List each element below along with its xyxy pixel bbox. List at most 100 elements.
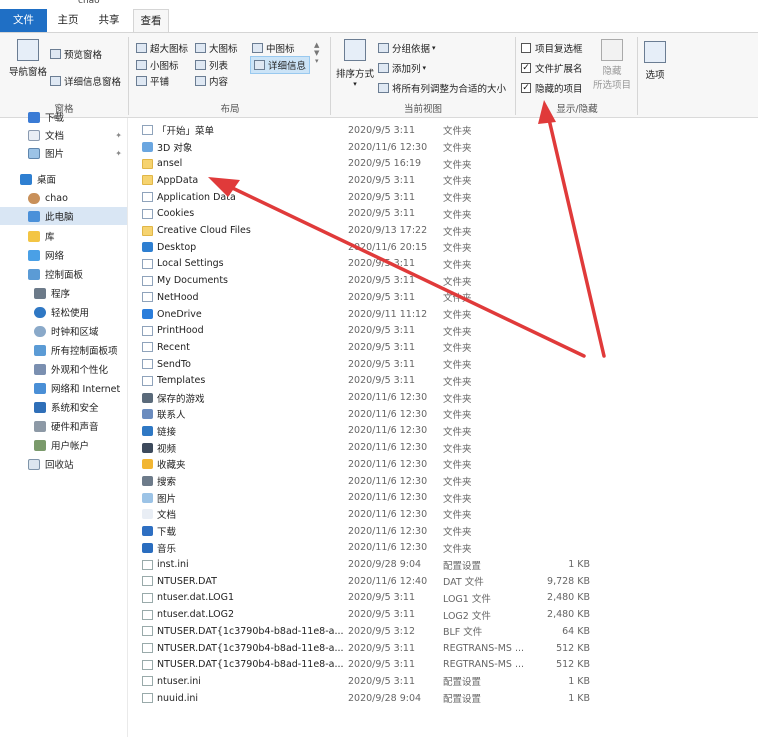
sort-by-label: 排序方式	[335, 69, 374, 80]
sidebar-item-pictures[interactable]: 图片 ✦	[28, 144, 128, 162]
hidden-items-toggle[interactable]: ✓ 隐藏的项目	[521, 81, 583, 95]
tiles-option[interactable]: 平铺	[136, 74, 169, 88]
content-option[interactable]: 内容	[195, 74, 228, 88]
file-name: ansel	[157, 158, 183, 170]
list-option[interactable]: 列表	[195, 58, 228, 72]
tab-file[interactable]: 文件	[0, 9, 47, 32]
file-row[interactable]: ntuser.dat.LOG2 2020/9/5 3:11 LOG2 文件 2,480…	[142, 606, 612, 623]
file-row[interactable]: 音乐 2020/11/6 12:30 文件夹	[142, 540, 612, 557]
file-row[interactable]: 3D 对象 2020/11/6 12:30 文件夹	[142, 139, 612, 156]
file-row[interactable]: ansel 2020/9/5 16:19 文件夹	[142, 155, 612, 172]
layout-group-label: 布局	[220, 104, 240, 115]
file-row[interactable]: NTUSER.DAT{1c3790b4-b8ad-11e8-a... 2020/9…	[142, 640, 612, 657]
sidebar-item-desktop[interactable]: 桌面	[20, 170, 56, 188]
file-row[interactable]: inst.ini 2020/9/28 9:04 配置设置 1 KB	[142, 556, 612, 573]
file-name: Recent	[157, 341, 190, 353]
file-type: 文件夹	[443, 360, 472, 372]
navigation-pane-button[interactable]: 导航窗格	[6, 39, 50, 78]
file-row[interactable]: NetHood 2020/9/5 3:11 文件夹	[142, 289, 612, 306]
file-row[interactable]: AppData 2020/9/5 3:11 文件夹	[142, 172, 612, 189]
file-row[interactable]: nuuid.ini 2020/9/28 9:04 配置设置 1 KB	[142, 690, 612, 707]
sidebar-item-ease-of-access[interactable]: 轻松使用	[34, 303, 89, 321]
divider	[330, 37, 331, 115]
file-row[interactable]: ntuser.dat.LOG1 2020/9/5 3:11 LOG1 文件 2,480…	[142, 590, 612, 607]
layout-scroll[interactable]: ▲ ▼ ▾	[314, 41, 319, 65]
tab-home[interactable]: 主页	[48, 9, 88, 32]
sidebar-item-user-accounts[interactable]: 用户帐户	[34, 436, 89, 454]
sidebar-item-network[interactable]: 网络	[28, 246, 64, 264]
file-row[interactable]: ntuser.ini 2020/9/5 3:11 配置设置 1 KB	[142, 673, 612, 690]
sidebar-item-documents[interactable]: 文档 ✦	[28, 126, 128, 144]
file-row[interactable]: 保存的游戏 2020/11/6 12:30 文件夹	[142, 389, 612, 406]
tiles-label: 平铺	[150, 77, 170, 88]
sidebar-item-libraries[interactable]: 库	[28, 227, 55, 245]
file-row[interactable]: 下载 2020/11/6 12:30 文件夹	[142, 523, 612, 540]
sort-by-button[interactable]: 排序方式 ▾	[334, 39, 376, 88]
preview-pane-button[interactable]: 预览窗格	[50, 47, 102, 61]
file-row[interactable]: 图片 2020/11/6 12:30 文件夹	[142, 489, 612, 506]
size-all-columns-button[interactable]: 将所有列调整为合适的大小	[378, 81, 506, 95]
file-row[interactable]: My Documents 2020/9/5 3:11 文件夹	[142, 272, 612, 289]
sidebar-item-control-panel[interactable]: 控制面板	[28, 265, 83, 283]
item-checkboxes-checkbox[interactable]	[521, 43, 531, 53]
picture-icon	[28, 147, 40, 159]
file-row[interactable]: Application Data 2020/9/5 3:11 文件夹	[142, 189, 612, 206]
tab-share[interactable]: 共享	[88, 9, 130, 32]
sidebar-item-all-control-panel[interactable]: 所有控制面板项	[34, 341, 118, 359]
file-name: 保存的游戏	[157, 393, 205, 405]
file-row[interactable]: NTUSER.DAT{1c3790b4-b8ad-11e8-a... 2020/9…	[142, 656, 612, 673]
group-by-button[interactable]: 分组依据 ▾	[378, 41, 436, 55]
file-extensions-toggle[interactable]: ✓ 文件扩展名	[521, 61, 583, 75]
file-row[interactable]: Templates 2020/9/5 3:11 文件夹	[142, 373, 612, 390]
file-row[interactable]: NTUSER.DAT{1c3790b4-b8ad-11e8-a... 2020/9…	[142, 623, 612, 640]
file-date: 2020/9/5 3:12	[348, 625, 416, 637]
file-row[interactable]: Local Settings 2020/9/5 3:11 文件夹	[142, 256, 612, 273]
hidden-items-checkbox[interactable]: ✓	[521, 83, 531, 93]
file-row[interactable]: 文档 2020/11/6 12:30 文件夹	[142, 506, 612, 523]
options-button[interactable]: 选项	[642, 41, 668, 81]
file-row[interactable]: SendTo 2020/9/5 3:11 文件夹	[142, 356, 612, 373]
sidebar-item-label: 回收站	[45, 460, 74, 471]
sidebar-item-clock-region[interactable]: 时钟和区域	[34, 322, 99, 340]
file-row[interactable]: Cookies 2020/9/5 3:11 文件夹	[142, 206, 612, 223]
file-row[interactable]: 「开始」菜单 2020/9/5 3:11 文件夹	[142, 122, 612, 139]
file-name: NTUSER.DAT{1c3790b4-b8ad-11e8-a...	[157, 625, 344, 637]
item-checkboxes-toggle[interactable]: 项目复选框	[521, 41, 583, 55]
file-row[interactable]: PrintHood 2020/9/5 3:11 文件夹	[142, 322, 612, 339]
file-row[interactable]: OneDrive 2020/9/11 11:12 文件夹	[142, 306, 612, 323]
sidebar-item-appearance[interactable]: 外观和个性化	[34, 360, 108, 378]
hide-selected-button[interactable]: 隐藏 所选项目	[593, 39, 631, 91]
sidebar-item-hardware-sound[interactable]: 硬件和声音	[34, 417, 99, 435]
sidebar-item-network-internet[interactable]: 网络和 Internet	[34, 379, 120, 397]
add-columns-button[interactable]: 添加列 ▾	[378, 61, 426, 75]
tab-view[interactable]: 查看	[133, 9, 169, 33]
sidebar-item-programs[interactable]: 程序	[34, 284, 70, 302]
sidebar-item-user[interactable]: chao	[28, 189, 68, 207]
sidebar-item-system-security[interactable]: 系统和安全	[34, 398, 99, 416]
file-row[interactable]: 视频 2020/11/6 12:30 文件夹	[142, 439, 612, 456]
file-name: 下载	[157, 527, 177, 539]
file-name: NTUSER.DAT{1c3790b4-b8ad-11e8-a...	[157, 642, 344, 654]
sidebar-item-downloads[interactable]: 下载 ✦	[28, 108, 64, 126]
file-row[interactable]: 链接 2020/11/6 12:30 文件夹	[142, 423, 612, 440]
details-option[interactable]: 详细信息	[250, 56, 311, 74]
navigation-pane: 下载 ✦ 文档 ✦ 图片 ✦ 桌面 chao 此电脑 库 网络 控制面板 程序 轻松使…	[0, 111, 128, 737]
sidebar-item-label: 用户帐户	[51, 441, 90, 452]
medium-icons-option[interactable]: 中图标	[252, 41, 295, 55]
file-row[interactable]: Creative Cloud Files 2020/9/13 17:22 文件夹	[142, 222, 612, 239]
scroll-down-icon: ▼	[314, 49, 320, 57]
small-icons-option[interactable]: 小图标	[136, 58, 179, 72]
file-row[interactable]: NTUSER.DAT 2020/11/6 12:40 DAT 文件 9,728 KB	[142, 573, 612, 590]
file-row[interactable]: Desktop 2020/11/6 20:15 文件夹	[142, 239, 612, 256]
sidebar-item-recycle-bin[interactable]: 回收站	[28, 455, 74, 473]
file-row[interactable]: Recent 2020/9/5 3:11 文件夹	[142, 339, 612, 356]
extra-large-icons-option[interactable]: 超大图标	[136, 41, 188, 55]
details-pane-button[interactable]: 详细信息窗格	[50, 74, 121, 88]
file-icon	[142, 609, 153, 620]
file-row[interactable]: 收藏夹 2020/11/6 12:30 文件夹	[142, 456, 612, 473]
file-row[interactable]: 联系人 2020/11/6 12:30 文件夹	[142, 406, 612, 423]
file-row[interactable]: 搜索 2020/11/6 12:30 文件夹	[142, 473, 612, 490]
sidebar-item-this-pc[interactable]: 此电脑	[0, 207, 127, 225]
large-icons-option[interactable]: 大图标	[195, 41, 238, 55]
file-extensions-checkbox[interactable]: ✓	[521, 63, 531, 73]
